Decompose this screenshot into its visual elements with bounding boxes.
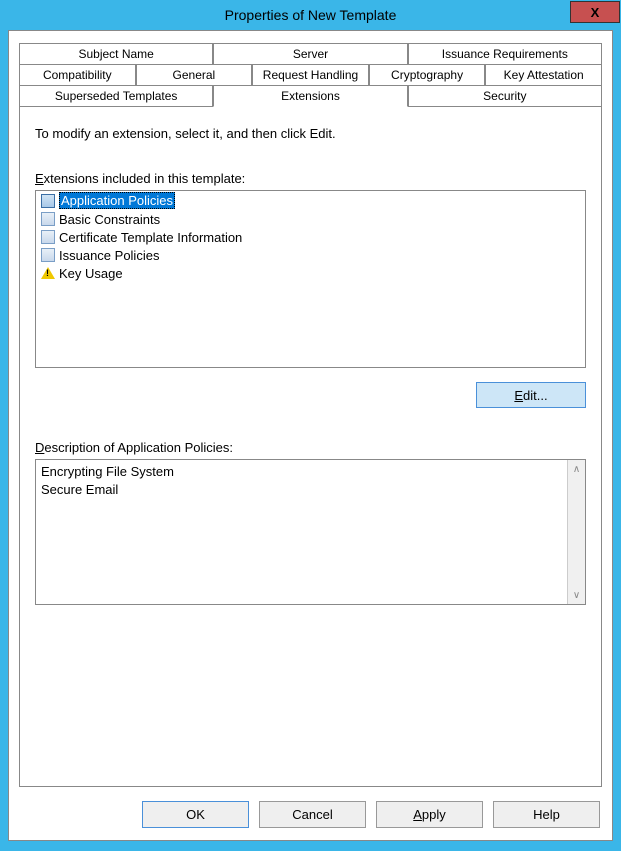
close-button[interactable]: X — [570, 1, 620, 23]
tab-extensions[interactable]: Extensions — [213, 85, 407, 107]
scroll-down-icon[interactable]: ∨ — [568, 586, 585, 604]
instruction-text: To modify an extension, select it, and t… — [35, 126, 586, 141]
list-item-label: Basic Constraints — [59, 212, 160, 227]
list-item[interactable]: Certificate Template Information — [36, 228, 585, 246]
doc-icon — [40, 229, 56, 245]
scroll-up-icon[interactable]: ∧ — [568, 460, 585, 478]
tab-issuance-requirements[interactable]: Issuance Requirements — [408, 43, 602, 65]
list-item[interactable]: Issuance Policies — [36, 246, 585, 264]
edit-button[interactable]: Edit... — [476, 382, 586, 408]
list-item-label: Key Usage — [59, 266, 123, 281]
description-box: Encrypting File System Secure Email ∧ ∨ — [35, 459, 586, 605]
tab-key-attestation[interactable]: Key Attestation — [485, 64, 602, 86]
tabs-container: Subject Name Server Issuance Requirement… — [19, 43, 602, 106]
list-item[interactable]: Key Usage — [36, 264, 585, 282]
window-title: Properties of New Template — [225, 7, 397, 23]
tab-subject-name[interactable]: Subject Name — [19, 43, 213, 65]
tab-general[interactable]: General — [136, 64, 253, 86]
window: Properties of New Template X Subject Nam… — [0, 0, 621, 851]
description-content: Encrypting File System Secure Email — [36, 460, 567, 604]
tab-cryptography[interactable]: Cryptography — [369, 64, 486, 86]
scrollbar[interactable]: ∧ ∨ — [567, 460, 585, 604]
description-line: Encrypting File System — [41, 463, 562, 481]
doc-icon — [40, 211, 56, 227]
tab-security[interactable]: Security — [408, 85, 602, 107]
warning-icon — [40, 265, 56, 281]
doc-icon — [40, 193, 56, 209]
tab-request-handling[interactable]: Request Handling — [252, 64, 369, 86]
tab-panel-extensions: To modify an extension, select it, and t… — [19, 106, 602, 787]
list-item-label: Certificate Template Information — [59, 230, 242, 245]
tab-server[interactable]: Server — [213, 43, 407, 65]
ok-button[interactable]: OK — [142, 801, 249, 828]
extensions-listbox[interactable]: Application Policies Basic Constraints C… — [35, 190, 586, 368]
apply-button[interactable]: Apply — [376, 801, 483, 828]
doc-icon — [40, 247, 56, 263]
extensions-list-label: Extensions included in this template: — [35, 171, 586, 186]
titlebar: Properties of New Template X — [0, 0, 621, 30]
list-item-label: Issuance Policies — [59, 248, 159, 263]
tab-compatibility[interactable]: Compatibility — [19, 64, 136, 86]
tab-superseded-templates[interactable]: Superseded Templates — [19, 85, 213, 107]
list-item[interactable]: Basic Constraints — [36, 210, 585, 228]
list-item[interactable]: Application Policies — [36, 191, 585, 210]
description-line: Secure Email — [41, 481, 562, 499]
list-item-label: Application Policies — [59, 192, 175, 209]
window-body: Subject Name Server Issuance Requirement… — [8, 30, 613, 841]
dialog-buttons: OK Cancel Apply Help — [19, 787, 602, 828]
description-label: Description of Application Policies: — [35, 440, 586, 455]
help-button[interactable]: Help — [493, 801, 600, 828]
cancel-button[interactable]: Cancel — [259, 801, 366, 828]
